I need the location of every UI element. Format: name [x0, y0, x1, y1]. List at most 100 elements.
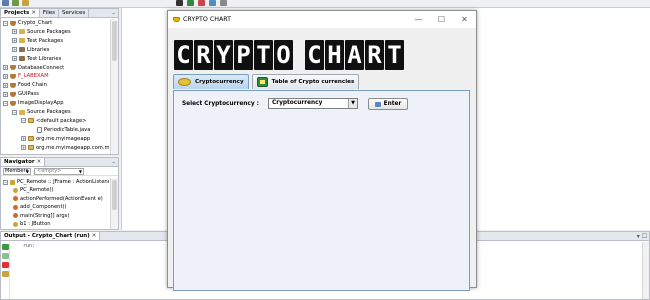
expand-icon[interactable]: + — [12, 29, 17, 35]
tab-projects[interactable]: Projects ✕ — [1, 9, 40, 17]
crypto-combobox[interactable]: Cryptocurrency ▼ — [268, 98, 358, 109]
toolbar-icon[interactable] — [12, 0, 19, 6]
tab-services[interactable]: Services — [59, 9, 90, 17]
navigator-tree: − PC_Remote :: JFrame : ActionListener PC_… — [1, 178, 109, 229]
table-icon — [256, 77, 268, 87]
tree-item[interactable]: + Test Libraries — [12, 55, 61, 63]
tree-item-label: ImageDisplayApp — [18, 100, 64, 107]
scrollbar[interactable] — [110, 178, 118, 229]
navigator-item[interactable]: main(String[] args) — [13, 212, 69, 220]
expand-icon[interactable]: + — [12, 47, 17, 53]
close-icon[interactable]: ✕ — [31, 10, 36, 16]
navigator-item[interactable]: actionPerformed(ActionEvent e) — [13, 195, 103, 203]
navigator-item[interactable]: add_Component() — [13, 203, 67, 211]
stop-icon[interactable] — [2, 262, 9, 268]
crypto-chart-banner: CRYPTOCHART — [174, 40, 404, 70]
scrollbar-thumb[interactable] — [112, 21, 117, 61]
folder-icon — [19, 38, 25, 44]
tree-item[interactable]: PeriodicTable.java — [30, 126, 90, 134]
collapse-icon[interactable]: − — [3, 100, 8, 106]
banner-letter: H — [325, 40, 344, 70]
tree-item-label: Source Packages — [27, 109, 71, 115]
panel-controls[interactable]: ▾ ☐ — [637, 232, 647, 241]
tree-item-label: Test Libraries — [27, 55, 62, 62]
tree-item[interactable]: − ImageDisplayApp — [3, 99, 64, 107]
rerun-icon[interactable] — [2, 244, 9, 250]
tree-item[interactable]: + org.me.myimageapp — [21, 135, 90, 143]
tree-item-label: DatabaseConnect — [18, 64, 65, 71]
scrollbar[interactable] — [642, 242, 649, 299]
minimize-icon[interactable]: – — [109, 9, 118, 17]
tree-item-label: <default package> — [36, 117, 87, 124]
toolbar-icon[interactable] — [198, 0, 205, 6]
chevron-down-icon[interactable]: ▼ — [348, 99, 357, 108]
tree-item-label: org.me.myimageapp.com.mys — [36, 144, 109, 151]
members-select[interactable]: Members ▼ — [3, 167, 31, 175]
enter-button[interactable]: Enter — [368, 98, 408, 110]
tree-item[interactable]: − Source Packages — [12, 108, 71, 116]
library-icon — [19, 47, 25, 53]
rerun-icon[interactable] — [2, 253, 9, 259]
toolbar-icon[interactable] — [22, 0, 29, 6]
minimize-button[interactable]: — — [407, 11, 430, 28]
filter-select[interactable]: <empty> ▼ — [34, 167, 84, 175]
expand-icon[interactable]: + — [3, 91, 8, 97]
tab-table-of-crypto[interactable]: Table of Crypto currencies — [251, 74, 360, 89]
tree-item[interactable]: + Libraries — [12, 46, 49, 54]
tree-item[interactable]: − Crypto_Chart — [3, 19, 52, 27]
tree-item[interactable]: + Source Packages — [12, 28, 71, 36]
class-icon — [10, 179, 15, 185]
banner-letter: C — [174, 40, 193, 70]
scrollbar-thumb[interactable] — [112, 180, 117, 210]
members-select-value: Members — [5, 167, 29, 174]
coffee-icon — [10, 20, 16, 26]
tab-navigator[interactable]: Navigator ✕ — [1, 158, 46, 166]
toolbar-icon[interactable] — [176, 0, 183, 6]
expand-icon[interactable]: + — [12, 56, 17, 62]
toolbar-icon[interactable] — [2, 0, 9, 6]
close-button[interactable]: ✕ — [453, 11, 476, 28]
tree-item[interactable]: + Test Packages — [12, 37, 63, 45]
tab-files[interactable]: Files — [40, 9, 59, 17]
tree-item[interactable]: + DatabaseConnect — [3, 64, 64, 72]
tree-item[interactable]: − <default package> — [21, 117, 87, 125]
navigator-item[interactable]: − PC_Remote :: JFrame : ActionListener — [3, 178, 109, 186]
maximize-button[interactable]: ☐ — [430, 11, 453, 28]
expand-icon[interactable]: + — [21, 136, 26, 142]
scrollbar[interactable] — [110, 19, 118, 154]
window-titlebar[interactable]: CRYPTO CHART — ☐ ✕ — [168, 11, 476, 28]
collapse-icon[interactable]: − — [3, 20, 8, 26]
tree-item[interactable]: + org.me.myimageapp.com.mys — [21, 144, 109, 152]
tree-item-label: GUIPass — [18, 91, 39, 98]
minimize-icon[interactable]: – — [109, 158, 118, 166]
tab-cryptocurrency[interactable]: Cryptocurrency — [173, 74, 249, 89]
collapse-icon[interactable]: − — [12, 109, 17, 115]
tree-item[interactable]: + F_LABEXAM — [3, 72, 49, 80]
toolbar-icon[interactable] — [209, 0, 216, 6]
navigator-item-label: b1 : JButton — [20, 221, 51, 227]
tab-label: Output - Crypto_Chart (run) — [4, 233, 90, 239]
toolbar-icon[interactable] — [220, 0, 227, 6]
navigator-panel: Navigator ✕ – Members ▼ <empty> ▼ − PC_Remot… — [0, 157, 119, 230]
settings-icon[interactable] — [2, 271, 9, 277]
close-icon[interactable]: ✕ — [37, 159, 42, 165]
expand-icon[interactable]: + — [3, 65, 8, 70]
window-title: CRYPTO CHART — [183, 16, 232, 23]
expand-icon[interactable]: + — [21, 145, 26, 151]
expand-icon[interactable]: + — [3, 82, 8, 88]
tree-item[interactable]: + Food Chain — [3, 81, 47, 89]
tab-output[interactable]: Output - Crypto_Chart (run) ✕ — [1, 232, 101, 240]
collapse-icon[interactable]: − — [3, 179, 8, 185]
navigator-item[interactable]: PC_Remote() — [13, 186, 53, 194]
tab-label: Table of Crypto currencies — [271, 79, 355, 85]
expand-icon[interactable]: + — [12, 38, 17, 44]
package-icon — [28, 118, 34, 124]
navigator-item[interactable]: b1 : JButton — [13, 220, 51, 228]
tree-item[interactable]: + GUIPass — [3, 90, 39, 98]
expand-icon[interactable]: + — [3, 73, 8, 79]
collapse-icon[interactable]: − — [21, 118, 26, 124]
tree-item-label: PeriodicTable.java — [44, 126, 91, 133]
toolbar-icon[interactable] — [187, 0, 194, 6]
banner-letter: T — [254, 40, 273, 70]
close-icon[interactable]: ✕ — [92, 233, 97, 239]
